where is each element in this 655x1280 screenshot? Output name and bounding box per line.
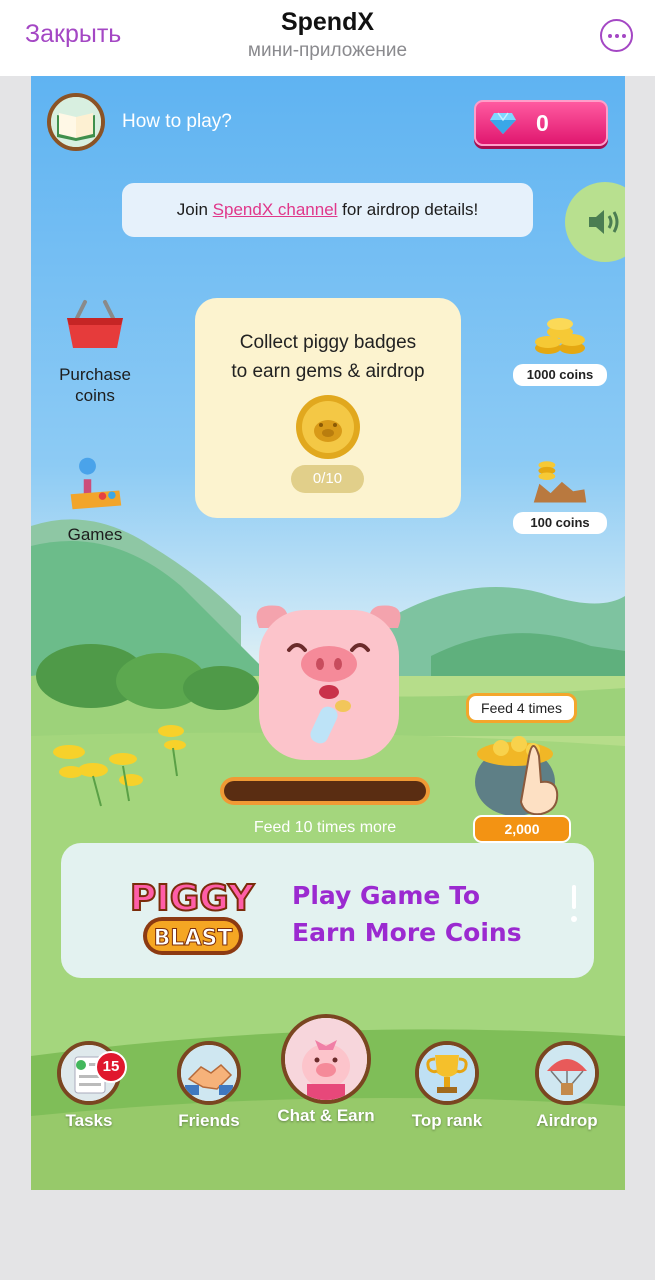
badge-card-line1: Collect piggy badges [239, 332, 417, 353]
mini-app-header: Закрыть SpendX мини-приложение [0, 0, 655, 76]
feed-remaining-label: Feed 10 times more [253, 819, 397, 836]
title-block: SpendX мини-приложение [0, 8, 655, 62]
nav-airdrop-label: Airdrop [536, 1111, 598, 1130]
diamond-icon [490, 112, 516, 134]
join-suffix: for airdrop details! [337, 200, 479, 219]
join-prefix: Join [176, 200, 213, 219]
dot-icon [607, 33, 612, 38]
basket-icon [67, 300, 123, 348]
nav-airdrop[interactable]: Airdrop [525, 1041, 609, 1131]
coins-1000-label: 1000 coins [513, 364, 607, 386]
pig-badge-coin-icon [296, 395, 360, 459]
book-icon [51, 97, 101, 147]
games-button[interactable]: Games [45, 452, 145, 545]
channel-link[interactable]: SpendX channel [213, 200, 338, 220]
coin-stack-icon [535, 318, 585, 354]
joystick-icon [70, 457, 122, 510]
purchase-coins-button[interactable]: Purchase coins [45, 298, 145, 406]
dot-icon [614, 33, 619, 38]
piggy-blast-logo: PIGGY BLAST [129, 877, 256, 955]
nav-chat-earn-label: Chat & Earn [277, 1106, 375, 1125]
games-label: Games [67, 525, 123, 544]
nav-tasks[interactable]: Tasks 15 [49, 1041, 129, 1131]
feed-progress-track [224, 781, 426, 801]
app-subtitle: мини-приложение [247, 40, 408, 61]
purchase-coins-label-line1: Purchase [59, 365, 131, 384]
parachute-icon [535, 1041, 599, 1105]
bottom-nav: Tasks 15 Friends Chat & Earn Top rank Ai… [31, 1011, 625, 1131]
trophy-icon [415, 1041, 479, 1105]
promo-line2: Earn More Coins [292, 918, 522, 947]
coin-chart-icon [533, 461, 587, 503]
svg-text:BLAST: BLAST [154, 926, 233, 951]
promo-line1: Play Game To [292, 881, 481, 910]
handshake-icon [177, 1041, 241, 1105]
badge-card-line2: to earn gems & airdrop [231, 361, 425, 382]
pig-character[interactable] [241, 588, 416, 768]
piggy-blast-promo[interactable]: PIGGY BLAST Play Game To Earn More Coins [61, 843, 594, 978]
nav-tasks-label: Tasks [65, 1111, 113, 1130]
buy-1000-coins-button[interactable]: 1000 coins [513, 310, 607, 390]
nav-chat-earn[interactable]: Chat & Earn [271, 1014, 381, 1126]
feed-progress-bar [220, 777, 430, 805]
promo-text: Play Game To Earn More Coins [292, 877, 522, 951]
nav-top-rank[interactable]: Top rank [405, 1041, 489, 1131]
nav-friends[interactable]: Friends [167, 1041, 251, 1131]
badge-progress: 0/10 [291, 465, 364, 493]
dot-icon [621, 33, 626, 38]
game-screen: How to play? 0 Join SpendX channel for a… [31, 76, 625, 1190]
gem-counter: 0 [474, 100, 608, 146]
purchase-coins-label-line2: coins [75, 386, 115, 405]
badge-card-text: Collect piggy badges to earn gems & aird… [195, 328, 461, 386]
how-to-play-label[interactable]: How to play? [122, 111, 232, 133]
nav-friends-label: Friends [178, 1111, 240, 1130]
feed-times-label: Feed 4 times [466, 693, 577, 723]
pig-avatar-icon [281, 1014, 371, 1104]
speaker-icon [589, 210, 619, 234]
tasks-count-badge: 15 [95, 1051, 127, 1083]
nav-top-rank-label: Top rank [411, 1111, 483, 1130]
how-to-play-button[interactable] [47, 93, 105, 151]
more-options-button[interactable] [600, 19, 633, 52]
promo-menu-icon[interactable] [570, 885, 578, 925]
coin-pot-icon[interactable] [471, 726, 571, 818]
feed-cost-label[interactable]: 2,000 [473, 815, 571, 843]
piggy-badge-card[interactable]: Collect piggy badges to earn gems & aird… [195, 298, 461, 518]
buy-100-coins-button[interactable]: 100 coins [513, 454, 607, 534]
app-title: SpendX [280, 8, 375, 36]
join-channel-banner: Join SpendX channel for airdrop details! [122, 183, 533, 237]
svg-text:PIGGY: PIGGY [130, 878, 255, 919]
coins-100-label: 100 coins [513, 512, 607, 534]
gem-count: 0 [536, 110, 549, 136]
